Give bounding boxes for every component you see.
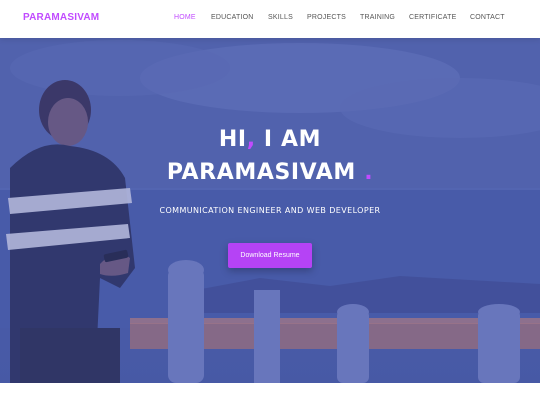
nav-education[interactable]: EDUCATION — [211, 14, 254, 21]
nav-training[interactable]: TRAINING — [360, 14, 395, 21]
nav-home[interactable]: HOME — [174, 14, 196, 21]
hero-name-text: PARAMASIVAM — [166, 160, 356, 185]
navbar: PARAMASIVAM HOME EDUCATION SKILLS PROJEC… — [0, 0, 540, 38]
greeting-comma: , — [246, 127, 256, 152]
nav-certificate[interactable]: CERTIFICATE — [409, 14, 456, 21]
nav-menu: HOME EDUCATION SKILLS PROJECTS TRAINING … — [0, 14, 540, 26]
greeting-i-am: I AM — [255, 127, 322, 152]
nav-skills[interactable]: SKILLS — [268, 14, 293, 21]
nav-contact[interactable]: CONTACT — [470, 14, 505, 21]
nav-projects[interactable]: PROJECTS — [307, 14, 346, 21]
hero-content: HI, I AM PARAMASIVAM . COMMUNICATION ENG… — [0, 38, 540, 383]
hero-subtitle: COMMUNICATION ENGINEER AND WEB DEVELOPER — [159, 206, 381, 215]
hero-name: PARAMASIVAM . — [0, 160, 540, 185]
hero-section: HI, I AM PARAMASIVAM . COMMUNICATION ENG… — [0, 38, 540, 383]
hero-greeting: HI, I AM — [0, 127, 540, 152]
greeting-hi: HI — [218, 127, 247, 152]
download-resume-button[interactable]: Download Resume — [228, 243, 312, 268]
hero-name-dot: . — [364, 160, 374, 185]
